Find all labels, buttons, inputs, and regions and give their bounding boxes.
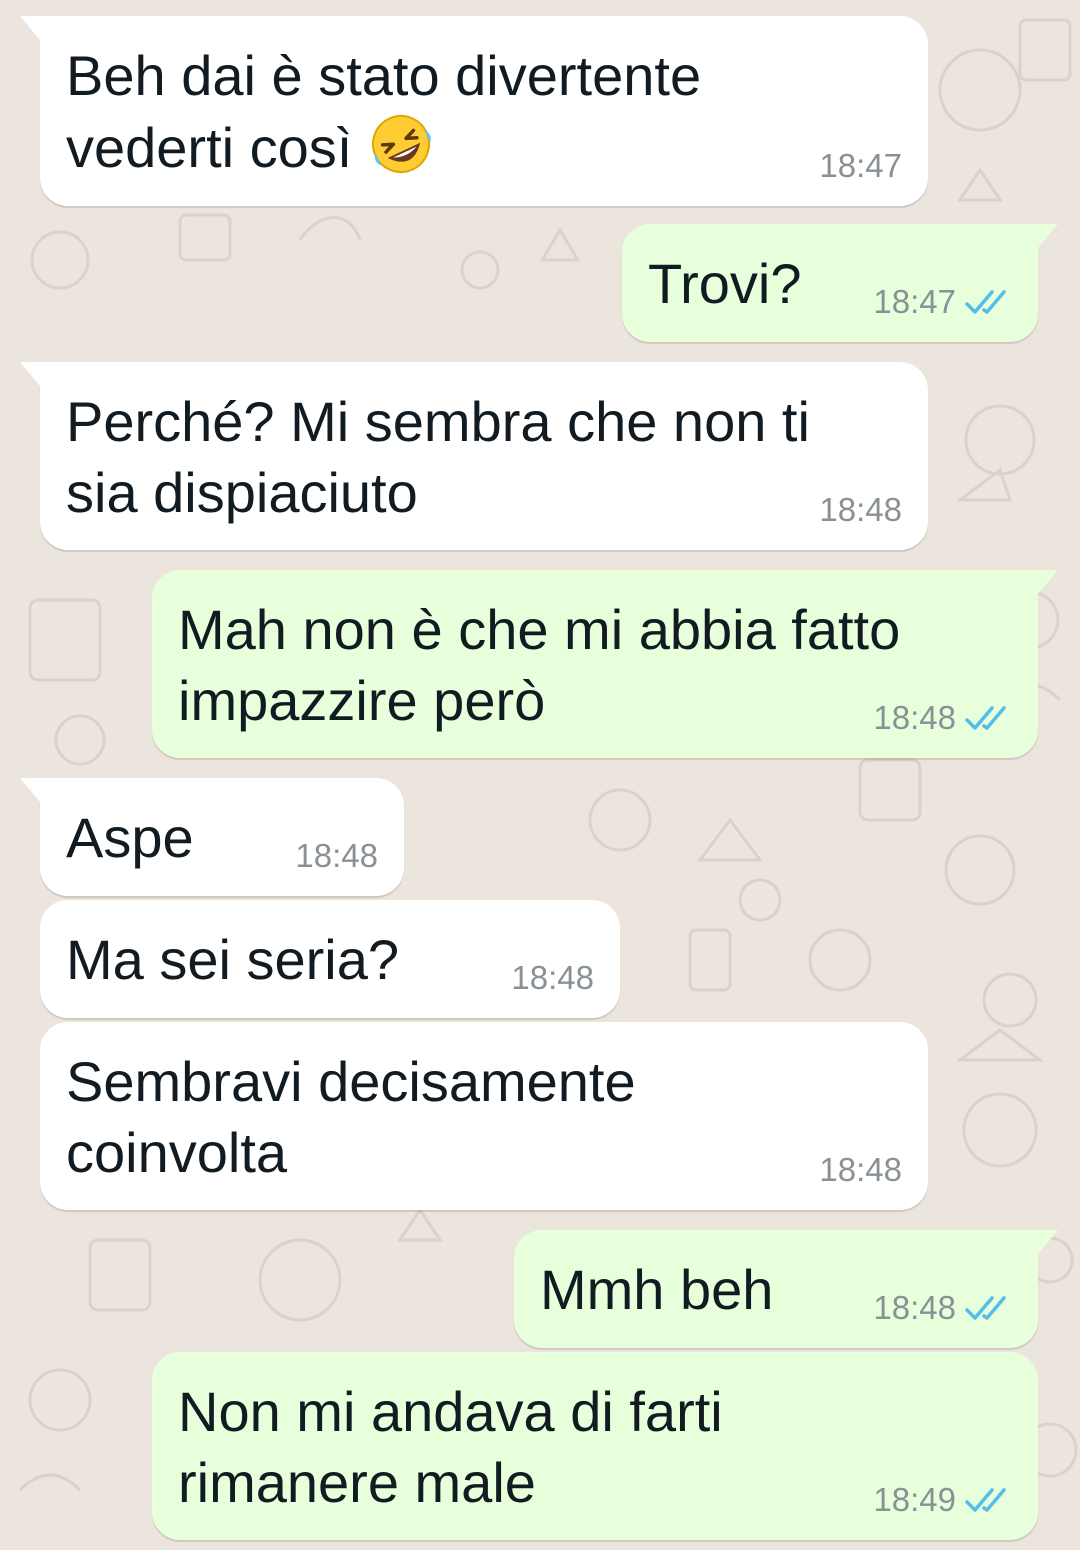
message-time: 18:47 — [873, 283, 956, 320]
message-time: 18:48 — [819, 491, 902, 528]
message-time: 18:48 — [873, 699, 956, 736]
message-meta: 18:47 — [873, 284, 1012, 320]
outgoing-message[interactable]: Non mi andava di farti rimanere male 18:4… — [152, 1352, 1038, 1540]
message-text: Non mi andava di farti rimanere male — [178, 1380, 723, 1514]
message-text: Aspe — [66, 806, 194, 869]
message-time: 18:48 — [511, 959, 594, 996]
message-text: Beh dai è stato divertente vederti così — [66, 40, 701, 183]
message-text: Trovi? — [648, 252, 802, 315]
message-meta: 18:48 — [819, 1152, 902, 1188]
incoming-message[interactable]: Beh dai è stato divertente vederti così 1… — [20, 16, 928, 206]
message-meta: 18:48 — [873, 700, 1012, 736]
message-text: Mmh beh — [540, 1258, 774, 1321]
message-time: 18:48 — [295, 837, 378, 874]
incoming-message[interactable]: Aspe 18:48 — [20, 778, 404, 896]
message-text: Perché? Mi sembra che non ti sia dispiaci… — [66, 390, 810, 524]
rolling-on-floor-laughing-emoji-icon — [371, 115, 431, 173]
incoming-message[interactable]: Sembravi decisamente coinvolta 18:48 — [40, 1022, 928, 1210]
message-time: 18:49 — [873, 1481, 956, 1518]
message-text: Ma sei seria? — [66, 928, 400, 991]
double-check-icon — [965, 290, 1006, 314]
incoming-message[interactable]: Ma sei seria? 18:48 — [40, 900, 620, 1018]
message-meta: 18:49 — [873, 1482, 1012, 1518]
message-meta: 18:48 — [511, 960, 594, 996]
message-time: 18:48 — [873, 1289, 956, 1326]
message-time: 18:48 — [819, 1151, 902, 1188]
message-meta: 18:48 — [819, 492, 902, 528]
message-text: Mah non è che mi abbia fatto impazzire pe… — [178, 598, 901, 732]
message-meta: 18:47 — [819, 148, 902, 184]
incoming-message[interactable]: Perché? Mi sembra che non ti sia dispiaci… — [20, 362, 928, 550]
outgoing-message[interactable]: Mmh beh 18:48 — [514, 1230, 1058, 1348]
outgoing-message[interactable]: Trovi? 18:47 — [622, 224, 1058, 342]
message-meta: 18:48 — [873, 1290, 1012, 1326]
message-meta: 18:48 — [295, 838, 378, 874]
double-check-icon — [965, 1488, 1006, 1512]
double-check-icon — [965, 1296, 1006, 1320]
outgoing-message[interactable]: Mah non è che mi abbia fatto impazzire pe… — [152, 570, 1058, 758]
message-text: Sembravi decisamente coinvolta — [66, 1050, 636, 1184]
double-check-icon — [965, 706, 1006, 730]
message-time: 18:47 — [819, 147, 902, 184]
